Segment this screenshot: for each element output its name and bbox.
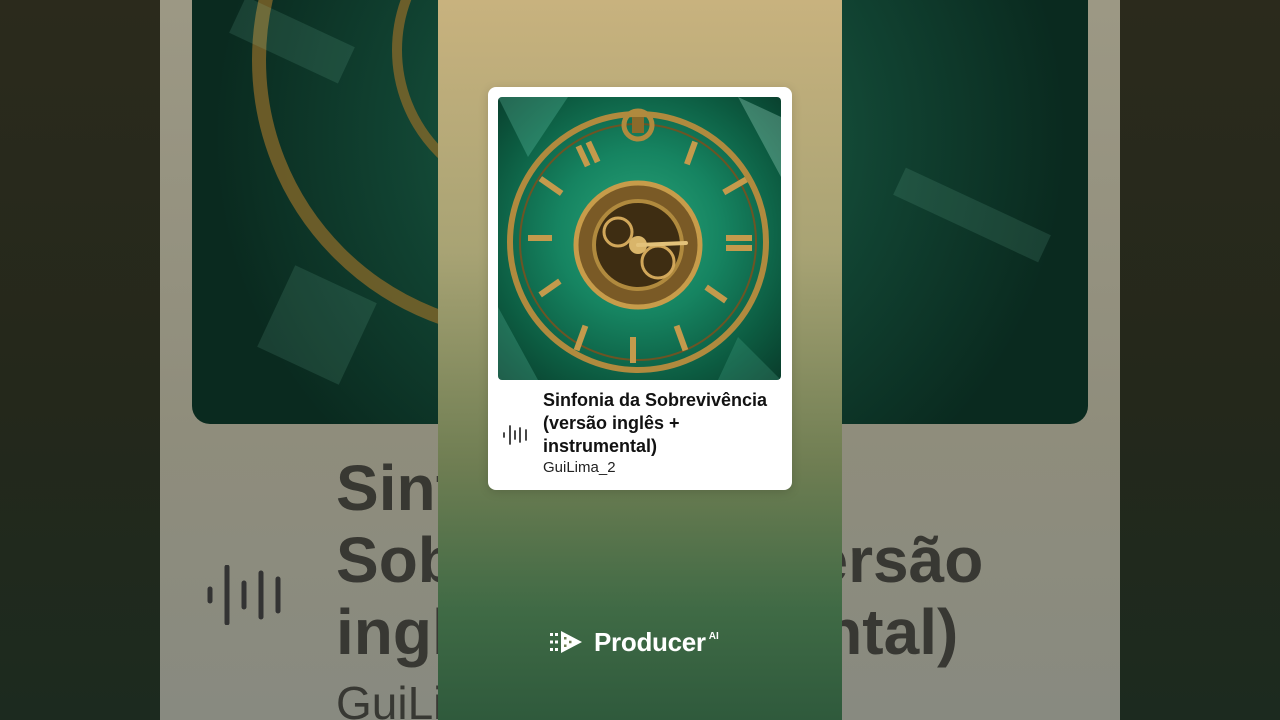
background-left-edge — [0, 0, 160, 720]
track-artist[interactable]: GuiLima_2 — [543, 459, 616, 476]
clock-illustration — [498, 97, 781, 380]
cover-art — [498, 97, 781, 380]
background-waveform-icon — [207, 565, 281, 625]
producer-logo-icon — [550, 631, 582, 653]
track-card[interactable]: Sinfonia da Sobrevivência (versão inglês… — [488, 87, 792, 490]
brand-ai-suffix: AI — [708, 630, 719, 642]
background-right-edge — [1120, 0, 1280, 720]
brand-name: Producer — [594, 626, 706, 657]
audio-waveform-icon — [503, 425, 527, 445]
background-artist-text: GuiLi — [336, 677, 444, 720]
brand-logo-lockup: Producer AI — [550, 626, 719, 658]
track-title[interactable]: Sinfonia da Sobrevivência (versão inglês… — [543, 389, 783, 458]
